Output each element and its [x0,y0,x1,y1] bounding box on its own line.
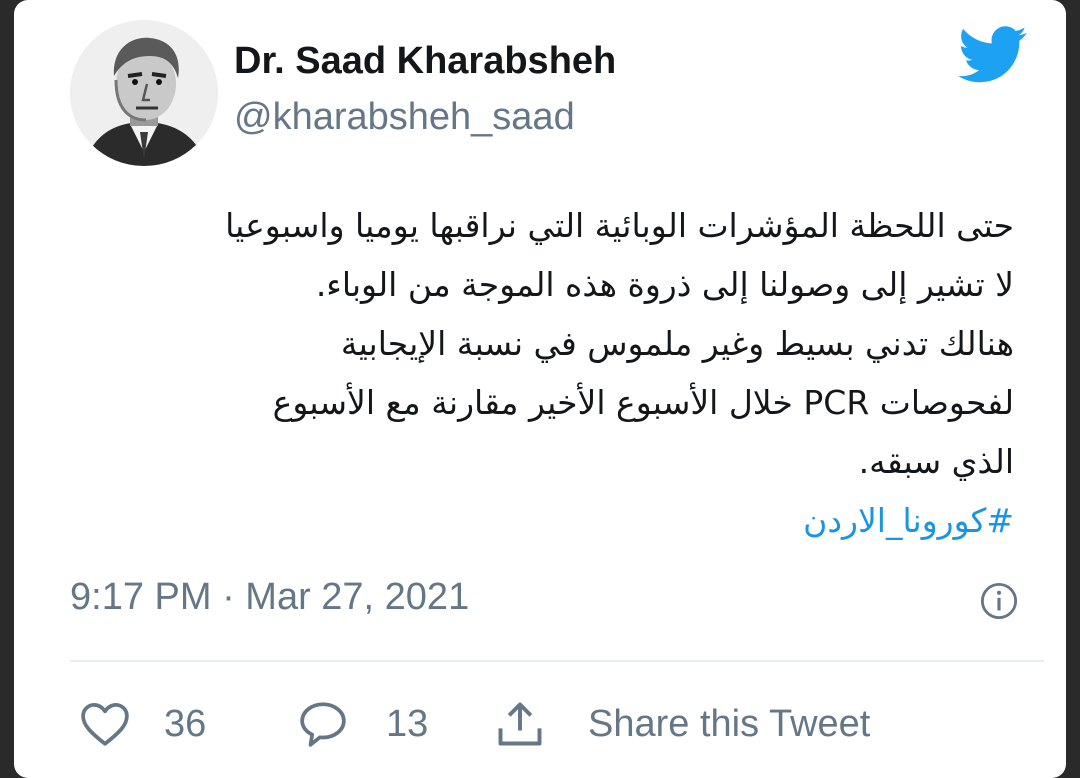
tweet-body: حتى اللحظة المؤشرات الوبائية التي نراقبه… [74,196,1014,550]
author-display-name[interactable]: Dr. Saad Kharabsheh [234,40,616,83]
tweet-text-line: حتى اللحظة المؤشرات الوبائية التي نراقبه… [225,206,1014,245]
twitter-bird-icon[interactable] [958,26,1028,84]
tweet-text-line: هنالك تدني بسيط وغير ملموس في نسبة الإيج… [340,324,1014,363]
tweet-text-line: لا تشير إلى وصولنا إلى ذروة هذه الموجة م… [315,265,1014,304]
like-button[interactable]: 36 [80,694,206,754]
divider [70,660,1044,662]
share-label: Share this Tweet [588,702,871,745]
reply-button[interactable]: 13 [298,694,428,754]
reply-count: 13 [386,702,429,745]
hashtag-link[interactable]: #كورونا_الاردن [74,491,1014,550]
info-icon[interactable] [980,582,1018,620]
tweet-card: Dr. Saad Kharabsheh @kharabsheh_saad حتى… [14,0,1066,778]
tweet-timestamp[interactable]: 9:17 PM · Mar 27, 2021 [70,576,469,619]
share-upload-icon [498,702,542,746]
author-avatar[interactable] [70,20,218,166]
tweet-text-line: لفحوصات PCR خلال الأسبوع الأخير مقارنة م… [272,383,1014,422]
author-handle[interactable]: @kharabsheh_saad [234,96,575,139]
heart-icon [81,702,129,746]
tweet-text-line: الذي سبقه. [858,442,1014,481]
share-button[interactable]: Share this Tweet [494,694,870,754]
portrait-sketch-icon [70,20,218,166]
like-count: 36 [164,702,207,745]
reply-bubble-icon [300,702,346,747]
